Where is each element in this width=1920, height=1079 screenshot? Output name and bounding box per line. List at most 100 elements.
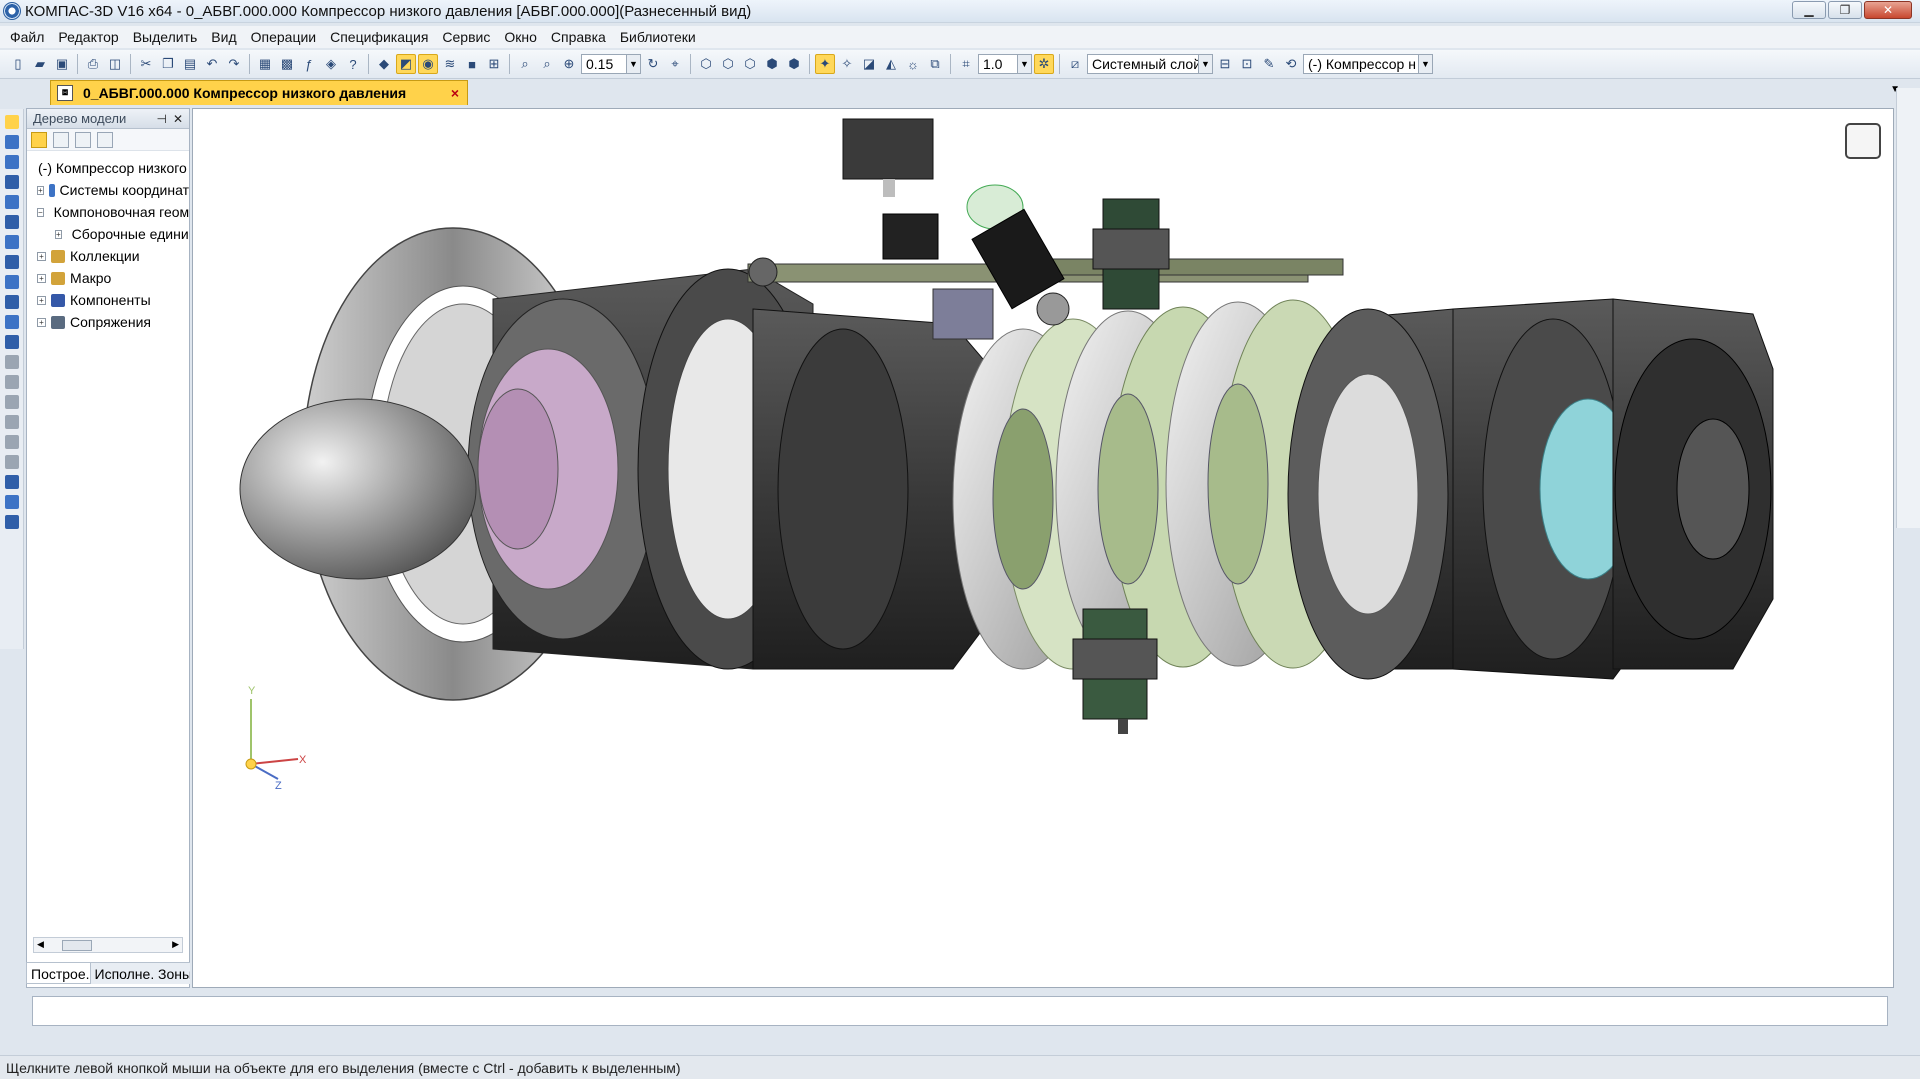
tree-filter-icon[interactable] xyxy=(97,131,113,148)
snap-icon[interactable]: ✲ xyxy=(1034,54,1054,74)
tool-icon[interactable] xyxy=(5,335,19,349)
edit-in-place-icon[interactable]: ⊟ xyxy=(1215,54,1235,74)
tool-icon[interactable] xyxy=(5,155,19,169)
shaded-icon[interactable]: ⬢ xyxy=(762,54,782,74)
tree-node-collections[interactable]: + Коллекции xyxy=(33,245,189,267)
open-folder-icon[interactable]: ▰ xyxy=(30,54,50,74)
tree-node-components[interactable]: + Компоненты xyxy=(33,289,189,311)
tool-icon[interactable] xyxy=(5,435,19,449)
tab-versions[interactable]: Исполне... xyxy=(91,963,154,984)
expand-icon[interactable]: + xyxy=(37,295,46,305)
close-icon[interactable]: ✕ xyxy=(173,112,183,126)
chevron-down-icon[interactable]: ▼ xyxy=(1017,55,1031,73)
expand-icon[interactable]: + xyxy=(37,317,46,327)
tool-icon[interactable] xyxy=(5,135,19,149)
menu-window[interactable]: Окно xyxy=(504,29,537,45)
tool-icon[interactable] xyxy=(5,175,19,189)
tree-node-mates[interactable]: + Сопряжения xyxy=(33,311,189,333)
menu-file[interactable]: Файл xyxy=(10,29,44,45)
function-icon[interactable]: ƒ xyxy=(299,54,319,74)
filter-vertices-icon[interactable]: ✧ xyxy=(837,54,857,74)
tree-node-subassemblies[interactable]: + Сборочные единицы xyxy=(33,223,189,245)
menu-libraries[interactable]: Библиотеки xyxy=(620,29,696,45)
parameters-icon[interactable]: ▩ xyxy=(277,54,297,74)
tree-node-macro[interactable]: + Макро xyxy=(33,267,189,289)
command-line-input[interactable] xyxy=(32,996,1888,1026)
insert-component-icon[interactable]: ■ xyxy=(462,54,482,74)
collapse-icon[interactable]: − xyxy=(37,207,44,217)
component-select-icon[interactable]: ⟲ xyxy=(1281,54,1301,74)
close-button[interactable]: ✕ xyxy=(1864,1,1912,19)
redo-icon[interactable]: ↷ xyxy=(224,54,244,74)
library-manager-icon[interactable]: ◆ xyxy=(374,54,394,74)
kompas-app-icon[interactable] xyxy=(3,2,21,20)
tool-icon[interactable] xyxy=(5,195,19,209)
print-icon[interactable]: ⎙ xyxy=(83,54,103,74)
tool-icon[interactable] xyxy=(5,115,19,129)
menu-specification[interactable]: Спецификация xyxy=(330,29,428,45)
tool-icon[interactable] xyxy=(5,415,19,429)
chevron-down-icon[interactable]: ▼ xyxy=(1198,55,1212,73)
new-file-icon[interactable]: ▯ xyxy=(8,54,28,74)
variables-icon[interactable]: ◈ xyxy=(321,54,341,74)
expand-icon[interactable]: + xyxy=(37,185,44,195)
tool-icon[interactable] xyxy=(5,355,19,369)
menu-view[interactable]: Вид xyxy=(211,29,236,45)
menu-select[interactable]: Выделить xyxy=(133,29,198,45)
context-edit-icon[interactable]: ✎ xyxy=(1259,54,1279,74)
menu-operations[interactable]: Операции xyxy=(251,29,317,45)
model-viewport[interactable]: Y X Z xyxy=(192,108,1894,988)
scroll-right-icon[interactable]: ▶ xyxy=(172,939,179,950)
shaded-edges-icon[interactable]: ⬢ xyxy=(784,54,804,74)
document-tab[interactable]: ⧈ 0_АБВГ.000.000 Компрессор низкого давл… xyxy=(50,80,468,105)
expand-icon[interactable]: + xyxy=(37,251,46,261)
exploded-view-icon[interactable]: ⧉ xyxy=(925,54,945,74)
tool-icon[interactable] xyxy=(5,475,19,489)
tool-icon[interactable] xyxy=(5,235,19,249)
layer-combo[interactable]: Системный слой ▼ xyxy=(1087,54,1213,74)
tool-icon[interactable] xyxy=(5,315,19,329)
tool-icon[interactable] xyxy=(5,215,19,229)
selection-filter-icon[interactable]: ◩ xyxy=(396,54,416,74)
structure-view-icon[interactable] xyxy=(53,131,69,148)
copy-icon[interactable]: ❐ xyxy=(158,54,178,74)
tool-icon[interactable] xyxy=(5,275,19,289)
tree-node-coordinate-systems[interactable]: + Системы координат xyxy=(33,179,189,201)
save-icon[interactable]: ▣ xyxy=(52,54,72,74)
tab-build[interactable]: Построе... xyxy=(26,963,91,984)
cut-icon[interactable]: ✂ xyxy=(136,54,156,74)
tool-icon[interactable] xyxy=(5,455,19,469)
build-order-icon[interactable] xyxy=(31,131,47,148)
tool-icon[interactable] xyxy=(5,255,19,269)
layers-icon[interactable]: ≋ xyxy=(440,54,460,74)
wireframe-icon[interactable]: ⬡ xyxy=(696,54,716,74)
appearance-icon[interactable]: ◉ xyxy=(418,54,438,74)
tool-icon[interactable] xyxy=(5,515,19,529)
minimize-button[interactable]: ▁ xyxy=(1792,1,1826,19)
light-icon[interactable]: ☼ xyxy=(903,54,923,74)
tab-zones[interactable]: Зоны xyxy=(154,963,190,984)
section-icon[interactable]: ◪ xyxy=(859,54,879,74)
step-icon[interactable]: ⌗ xyxy=(956,54,976,74)
pin-icon[interactable]: ⊣ xyxy=(156,112,166,126)
rotate-icon[interactable]: ↻ xyxy=(643,54,663,74)
zoom-window-icon[interactable]: ⌕ xyxy=(515,54,535,74)
orientation-icon[interactable]: ⌖ xyxy=(665,54,685,74)
menu-service[interactable]: Сервис xyxy=(442,29,490,45)
tool-icon[interactable] xyxy=(5,495,19,509)
menu-editor[interactable]: Редактор xyxy=(58,29,118,45)
maximize-button[interactable]: ❐ xyxy=(1828,1,1862,19)
tree-node-layout-geometry[interactable]: − Компоновочная геометрия xyxy=(33,201,189,223)
preview-icon[interactable]: ◫ xyxy=(105,54,125,74)
tree-options-icon[interactable] xyxy=(75,131,91,148)
help-cursor-icon[interactable]: ? xyxy=(343,54,363,74)
edit-source-icon[interactable]: ⊡ xyxy=(1237,54,1257,74)
hidden-lines-icon[interactable]: ⬡ xyxy=(718,54,738,74)
zoom-scale-combo[interactable]: 0.15 ▼ xyxy=(581,54,641,74)
chevron-down-icon[interactable]: ▼ xyxy=(1418,55,1432,73)
tree-horizontal-scrollbar[interactable]: ◀ ▶ xyxy=(33,937,183,953)
thin-lines-icon[interactable]: ⬡ xyxy=(740,54,760,74)
perspective-icon[interactable]: ◭ xyxy=(881,54,901,74)
expand-icon[interactable]: + xyxy=(55,229,62,239)
filter-edges-icon[interactable]: ✦ xyxy=(815,54,835,74)
